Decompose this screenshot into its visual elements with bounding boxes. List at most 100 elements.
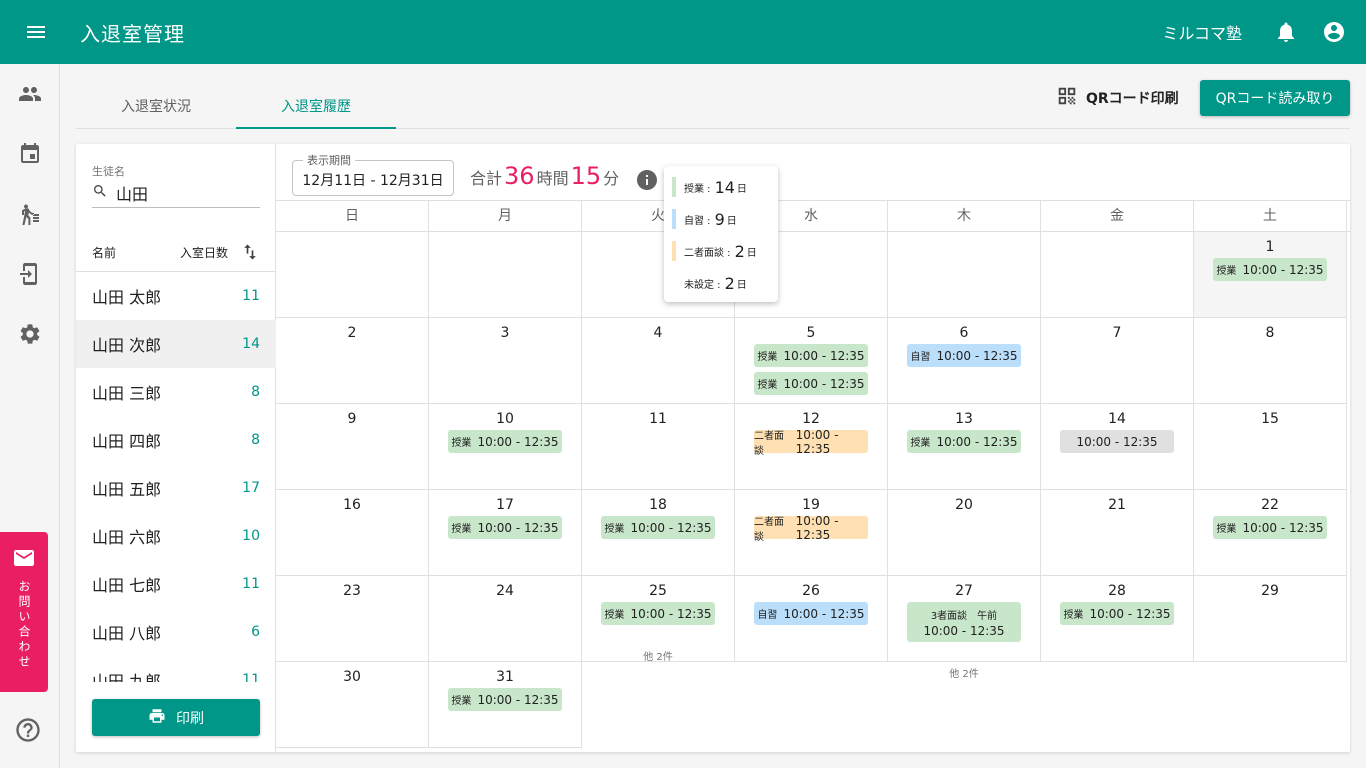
student-row[interactable]: 山田 次郎 14	[76, 320, 276, 368]
more-events-link[interactable]: 他 2件	[888, 665, 1040, 680]
bell-icon[interactable]	[1262, 8, 1310, 56]
day-number: 8	[1265, 325, 1275, 341]
student-row[interactable]: 山田 七郎 11	[76, 560, 276, 608]
event-chip[interactable]: 授業 10:00 - 12:35	[1060, 602, 1174, 625]
search-input[interactable]: 山田	[92, 178, 260, 208]
calendar-day[interactable]: 6 自習 10:00 - 12:35	[888, 318, 1041, 404]
event-chip[interactable]: 授業 10:00 - 12:35	[601, 516, 715, 539]
day-number: 22	[1261, 497, 1279, 513]
tab-status[interactable]: 入退室状況	[76, 84, 236, 128]
calendar-day[interactable]: 28 授業 10:00 - 12:35	[1041, 576, 1194, 662]
calendar-icon[interactable]	[0, 130, 60, 178]
calendar-day[interactable]	[1041, 232, 1194, 318]
calendar-day[interactable]: 27 3者面談 午前 10:00 - 12:35 他 2件	[888, 576, 1041, 680]
calendar-day[interactable]: 19 二者面談 10:00 - 12:35	[735, 490, 888, 576]
calendar-day[interactable]: 3	[429, 318, 582, 404]
student-row[interactable]: 山田 六郎 10	[76, 512, 276, 560]
calendar-day[interactable]: 7	[1041, 318, 1194, 404]
calendar-day[interactable]: 22 授業 10:00 - 12:35	[1194, 490, 1347, 576]
calendar-day[interactable]: 25 授業 10:00 - 12:35 他 2件	[582, 576, 735, 663]
people-icon[interactable]	[0, 70, 60, 118]
calendar-day[interactable]	[276, 232, 429, 318]
app-title: 入退室管理	[80, 21, 185, 46]
calendar-day[interactable]: 21	[1041, 490, 1194, 576]
qr-read-button[interactable]: QRコード読み取り	[1200, 80, 1350, 116]
search-value: 山田	[116, 184, 149, 204]
search-icon	[92, 183, 108, 203]
calendar-day[interactable]: 16	[276, 490, 429, 576]
event-time: 10:00 - 12:35	[795, 427, 839, 456]
event-chip[interactable]: 授業 10:00 - 12:35	[1213, 258, 1327, 281]
school-name[interactable]: ミルコマ塾	[1162, 20, 1242, 44]
info-icon[interactable]	[635, 168, 659, 196]
calendar-day[interactable]: 14 10:00 - 12:35	[1041, 404, 1194, 490]
calendar-day[interactable]: 1 授業 10:00 - 12:35	[1194, 232, 1347, 318]
account-icon[interactable]	[1310, 8, 1358, 56]
student-row[interactable]: 山田 四郎 8	[76, 416, 276, 464]
calendar-day[interactable]: 29	[1194, 576, 1347, 662]
calendar-day[interactable]: 11	[582, 404, 735, 490]
calendar-day[interactable]: 5 授業 10:00 - 12:35 授業 10:00 - 12:35	[735, 318, 888, 404]
help-icon[interactable]	[14, 716, 42, 748]
calendar-day[interactable]: 8	[1194, 318, 1347, 404]
event-chip[interactable]: 自習 10:00 - 12:35	[907, 344, 1021, 367]
event-chip[interactable]: 10:00 - 12:35	[1060, 430, 1174, 453]
calendar-day[interactable]: 23	[276, 576, 429, 662]
event-chip[interactable]: 授業 10:00 - 12:35	[448, 688, 562, 711]
event-chip[interactable]: 授業 10:00 - 12:35	[907, 430, 1021, 453]
calendar-day[interactable]: 9	[276, 404, 429, 490]
sort-icon[interactable]	[240, 242, 260, 265]
event-chip[interactable]: 授業 10:00 - 12:35	[754, 344, 868, 367]
student-row[interactable]: 山田 八郎 6	[76, 608, 276, 656]
calendar-day[interactable]: 26 自習 10:00 - 12:35	[735, 576, 888, 662]
event-chip[interactable]: 授業 10:00 - 12:35	[448, 516, 562, 539]
calendar-day[interactable]: 31 授業 10:00 - 12:35	[429, 662, 582, 748]
student-list: 山田 太郎 11 山田 次郎 14 山田 三郎 8 山田 四郎 8 山田 五郎 17 山田 六郎 10…	[76, 272, 276, 682]
calendar-day[interactable]	[429, 232, 582, 318]
calendar-day[interactable]: 18 授業 10:00 - 12:35	[582, 490, 735, 576]
student-day-count: 8	[251, 384, 260, 400]
event-type: 授業	[1216, 266, 1237, 277]
student-row[interactable]: 山田 太郎 11	[76, 272, 276, 320]
calendar-day[interactable]	[888, 232, 1041, 318]
calendar-day[interactable]: 24	[429, 576, 582, 662]
day-number: 12	[802, 411, 820, 427]
event-type: 授業	[604, 610, 625, 621]
student-row[interactable]: 山田 三郎 8	[76, 368, 276, 416]
period-field[interactable]: 表示期間 12月11日 - 12月31日	[292, 152, 454, 196]
event-chip[interactable]: 二者面談 10:00 - 12:35	[754, 514, 868, 543]
total-time: 合計 36 時間 15 分	[470, 162, 619, 190]
event-time: 10:00 - 12:35	[1089, 606, 1171, 621]
more-events-link[interactable]: 他 2件	[582, 648, 734, 663]
calendar-day[interactable]: 12 二者面談 10:00 - 12:35	[735, 404, 888, 490]
settings-icon[interactable]	[0, 310, 60, 358]
student-name: 山田 八郎	[92, 624, 162, 643]
student-day-count: 14	[242, 336, 260, 352]
event-chip[interactable]: 授業 10:00 - 12:35	[601, 602, 715, 625]
calendar-day[interactable]: 4	[582, 318, 735, 404]
event-chip[interactable]: 二者面談 10:00 - 12:35	[754, 427, 868, 457]
print-button[interactable]: 印刷	[92, 699, 260, 736]
menu-icon[interactable]	[0, 0, 72, 64]
day-number: 17	[496, 497, 514, 513]
walk-icon[interactable]	[0, 190, 60, 238]
calendar-day[interactable]: 13 授業 10:00 - 12:35	[888, 404, 1041, 490]
calendar-day[interactable]: 10 授業 10:00 - 12:35	[429, 404, 582, 490]
calendar-day[interactable]: 20	[888, 490, 1041, 576]
student-row[interactable]: 山田 五郎 17	[76, 464, 276, 512]
calendar-day[interactable]: 15	[1194, 404, 1347, 490]
student-row[interactable]: 山田 九郎 11	[76, 656, 276, 682]
contact-button[interactable]: お問い合わせ	[0, 532, 48, 692]
qr-print-button[interactable]: QRコード印刷	[1056, 80, 1179, 116]
event-chip[interactable]: 自習 10:00 - 12:35	[754, 602, 868, 625]
calendar-day[interactable]: 2	[276, 318, 429, 404]
tab-history[interactable]: 入退室履歴	[236, 84, 396, 129]
event-chip[interactable]: 授業 10:00 - 12:35	[754, 372, 868, 395]
day-number: 20	[955, 497, 973, 513]
calendar-day[interactable]: 17 授業 10:00 - 12:35	[429, 490, 582, 576]
phone-login-icon[interactable]	[0, 250, 60, 298]
calendar-day[interactable]: 30	[276, 662, 429, 748]
event-chip[interactable]: 授業 10:00 - 12:35	[448, 430, 562, 453]
event-chip[interactable]: 授業 10:00 - 12:35	[1213, 516, 1327, 539]
event-chip[interactable]: 3者面談 午前 10:00 - 12:35	[907, 602, 1021, 642]
